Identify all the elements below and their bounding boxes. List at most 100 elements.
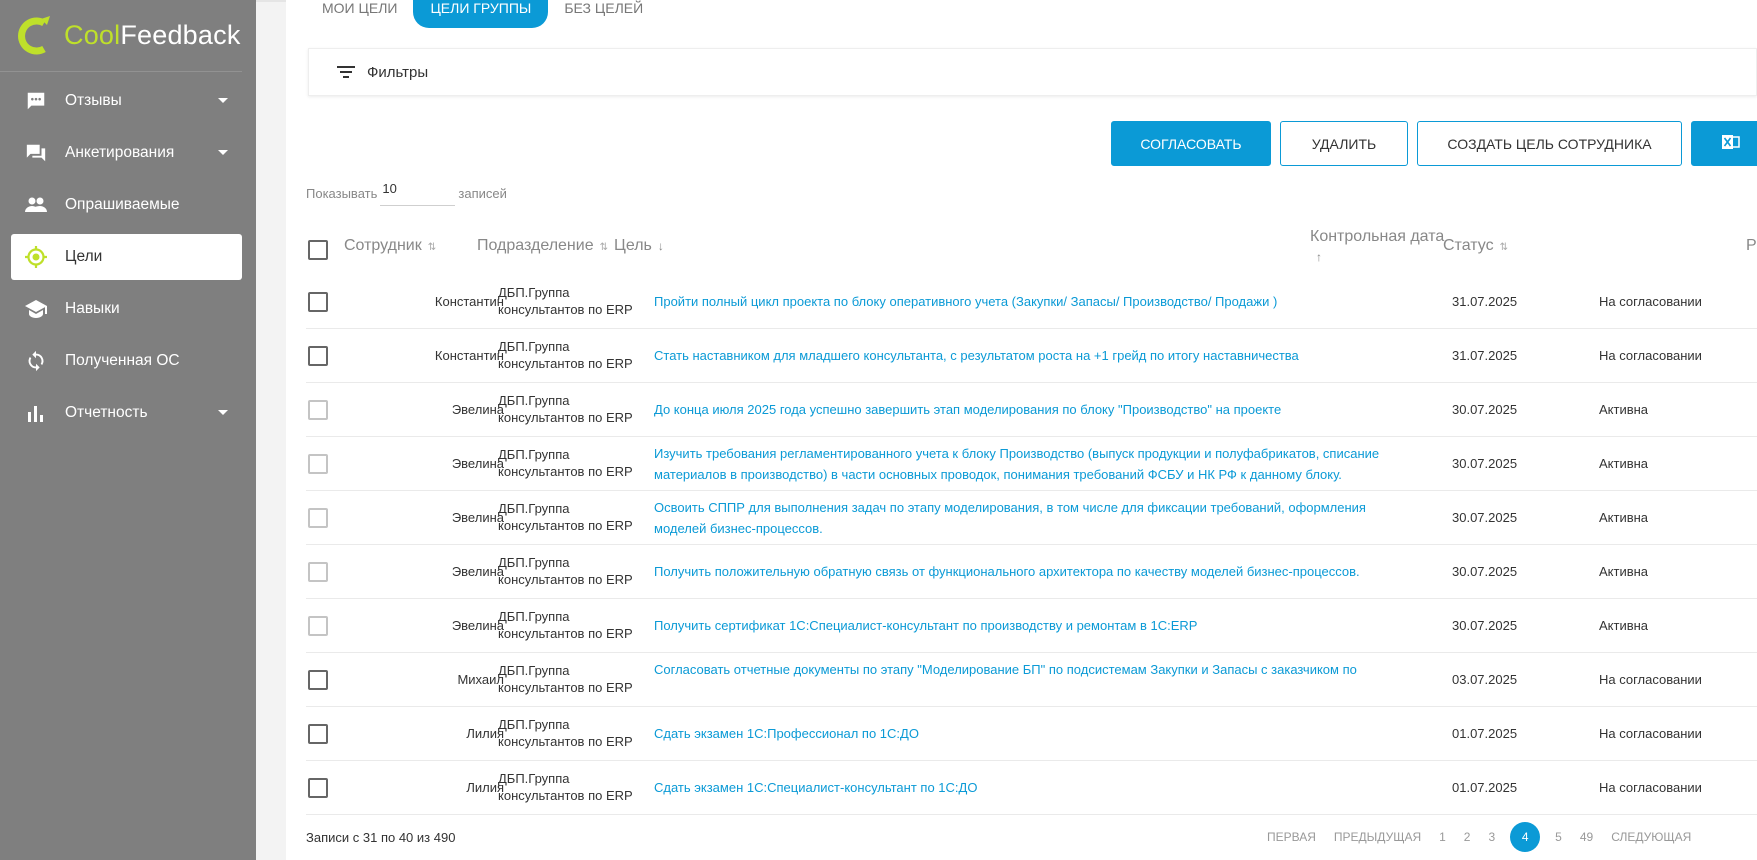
goal-link[interactable]: Сдать экзамен 1С:Профессионал по 1С:ДО: [654, 723, 1404, 744]
row-checkbox[interactable]: [308, 400, 328, 420]
date-cell: 30.07.2025: [1452, 456, 1518, 471]
employee-cell: Эвелина: [451, 402, 504, 417]
column-header-label: Цель: [614, 237, 652, 254]
filters-panel[interactable]: Фильтры: [308, 48, 1757, 96]
pagination-page[interactable]: 1: [1430, 822, 1455, 852]
page-size-select[interactable]: 10: [380, 180, 456, 206]
sidebar-item-reviews[interactable]: Отзывы: [11, 78, 242, 124]
row-checkbox[interactable]: [308, 562, 328, 582]
pagination-next[interactable]: Следующая: [1602, 822, 1700, 852]
export-excel-button[interactable]: [1691, 121, 1757, 166]
pagination-page[interactable]: 2: [1455, 822, 1480, 852]
column-header-employee[interactable]: Сотрудник ⇅: [344, 237, 436, 255]
goal-link[interactable]: Получить сертификат 1С:Специалист-консул…: [654, 615, 1404, 636]
tab-my-goals[interactable]: Мои цели: [286, 0, 413, 28]
table-row[interactable]: Эвелина ДБП.Группа консультантов по ERP …: [306, 599, 1757, 653]
select-all-checkbox[interactable]: [308, 240, 328, 260]
goal-link[interactable]: Получить положительную обратную связь от…: [654, 561, 1404, 582]
sidebar-item-received-feedback[interactable]: Полученная ОС: [11, 338, 242, 384]
sidebar-item-label: Навыки: [65, 300, 120, 317]
people-icon: [21, 190, 51, 220]
column-header-department[interactable]: Подразделение ⇅: [477, 237, 608, 255]
table-row[interactable]: Лилия ДБП.Группа консультантов по ERP Сд…: [306, 761, 1757, 815]
row-checkbox[interactable]: [308, 670, 328, 690]
date-cell: 03.07.2025: [1452, 672, 1518, 687]
pagination-page[interactable]: 5: [1546, 822, 1571, 852]
sort-icon: ⇅: [1499, 242, 1508, 253]
status-cell: На согласовании: [1599, 780, 1702, 795]
column-header-goal[interactable]: Цель ↓: [614, 237, 664, 255]
table-row[interactable]: Константин ДБП.Группа консультантов по E…: [306, 275, 1757, 329]
department-cell: ДБП.Группа консультантов по ERP: [498, 339, 633, 371]
table-row[interactable]: Эвелина ДБП.Группа консультантов по ERP …: [306, 437, 1757, 491]
goal-link[interactable]: Пройти полный цикл проекта по блоку опер…: [654, 291, 1404, 312]
table-row[interactable]: Эвелина ДБП.Группа консультантов по ERP …: [306, 383, 1757, 437]
column-header-label: Контрольная дата: [1310, 228, 1445, 245]
sidebar-item-respondents[interactable]: Опрашиваемые: [11, 182, 242, 228]
page-size-control: Показывать 10 записей: [306, 180, 507, 206]
table-row[interactable]: Михаил ДБП.Группа консультантов по ERP С…: [306, 653, 1757, 707]
sidebar: CoolFeedback Отзывы Анкетирования Опраши…: [0, 0, 256, 860]
tab-group-goals[interactable]: Цели группы: [413, 0, 549, 28]
logo-text-feedback: Feedback: [120, 20, 241, 50]
goal-link[interactable]: Освоить СППР для выполнения задач по эта…: [654, 497, 1374, 539]
row-checkbox[interactable]: [308, 508, 328, 528]
sidebar-item-skills[interactable]: Навыки: [11, 286, 242, 332]
sidebar-item-surveys[interactable]: Анкетирования: [11, 130, 242, 176]
table-row[interactable]: Константин ДБП.Группа консультантов по E…: [306, 329, 1757, 383]
delete-button[interactable]: Удалить: [1280, 121, 1408, 166]
column-header-status[interactable]: Статус ⇅: [1443, 237, 1508, 255]
sort-asc-icon: ↑: [1316, 250, 1322, 264]
school-icon: [21, 294, 51, 324]
pagination-prev[interactable]: Предыдущая: [1325, 822, 1430, 852]
status-cell: Активна: [1599, 510, 1649, 525]
goal-link[interactable]: До конца июля 2025 года успешно завершит…: [654, 399, 1404, 420]
sidebar-item-reports[interactable]: Отчетность: [11, 390, 242, 436]
row-checkbox[interactable]: [308, 616, 328, 636]
column-header-label: Статус: [1443, 237, 1494, 254]
status-cell: Активна: [1599, 618, 1649, 633]
employee-cell: Эвелина: [451, 456, 504, 471]
page-size-prefix: Показывать: [306, 185, 378, 201]
main-content: Мои цели Цели группы Без целей Фильтры С…: [286, 0, 1757, 860]
department-cell: ДБП.Группа консультантов по ERP: [498, 663, 633, 695]
column-header-label: Подразделение: [477, 237, 594, 254]
row-checkbox[interactable]: [308, 454, 328, 474]
row-checkbox[interactable]: [308, 346, 328, 366]
pagination-page[interactable]: 49: [1571, 822, 1602, 852]
sidebar-nav: Отзывы Анкетирования Опрашиваемые Цели Н…: [0, 78, 256, 436]
table-header: Сотрудник ⇅ Подразделение ⇅ Цель ↓ Контроль…: [306, 225, 1757, 275]
column-header-date[interactable]: Контрольная дата ↑: [1310, 227, 1444, 267]
approve-button[interactable]: Согласовать: [1111, 121, 1271, 166]
goal-link[interactable]: Сдать экзамен 1С:Специалист-консультант …: [654, 777, 1404, 798]
status-cell: Активна: [1599, 456, 1649, 471]
sidebar-item-label: Полученная ОС: [65, 352, 180, 369]
app-logo[interactable]: CoolFeedback: [0, 0, 242, 72]
sidebar-item-goals[interactable]: Цели: [11, 234, 242, 280]
goal-link[interactable]: Стать наставником для младшего консульта…: [654, 345, 1404, 366]
employee-cell: Лилия: [466, 780, 504, 795]
goal-link[interactable]: Согласовать отчетные документы по этапу …: [654, 659, 1404, 680]
goal-link[interactable]: Изучить требования регламентированного у…: [654, 443, 1404, 485]
table-row[interactable]: Эвелина ДБП.Группа консультантов по ERP …: [306, 545, 1757, 599]
chevron-down-icon: [218, 98, 228, 103]
tab-without-goals[interactable]: Без целей: [548, 0, 659, 28]
row-checkbox[interactable]: [308, 292, 328, 312]
sidebar-item-label: Цели: [65, 248, 103, 265]
pagination-current-page[interactable]: 4: [1510, 822, 1541, 852]
pagination-page[interactable]: 3: [1479, 822, 1504, 852]
filter-icon: [337, 65, 355, 79]
sidebar-item-label: Опрашиваемые: [65, 196, 180, 213]
employee-cell: Эвелина: [451, 510, 504, 525]
status-cell: На согласовании: [1599, 672, 1702, 687]
employee-cell: Михаил: [457, 672, 504, 687]
row-checkbox[interactable]: [308, 778, 328, 798]
table-row[interactable]: Эвелина ДБП.Группа консультантов по ERP …: [306, 491, 1757, 545]
department-cell: ДБП.Группа консультантов по ERP: [498, 447, 633, 479]
sort-icon: ⇅: [427, 242, 437, 253]
create-employee-goal-button[interactable]: Создать цель сотрудника: [1417, 121, 1682, 166]
row-checkbox[interactable]: [308, 724, 328, 744]
pagination-first[interactable]: Первая: [1258, 822, 1325, 852]
date-cell: 31.07.2025: [1452, 294, 1518, 309]
table-row[interactable]: Лилия ДБП.Группа консультантов по ERP Сд…: [306, 707, 1757, 761]
